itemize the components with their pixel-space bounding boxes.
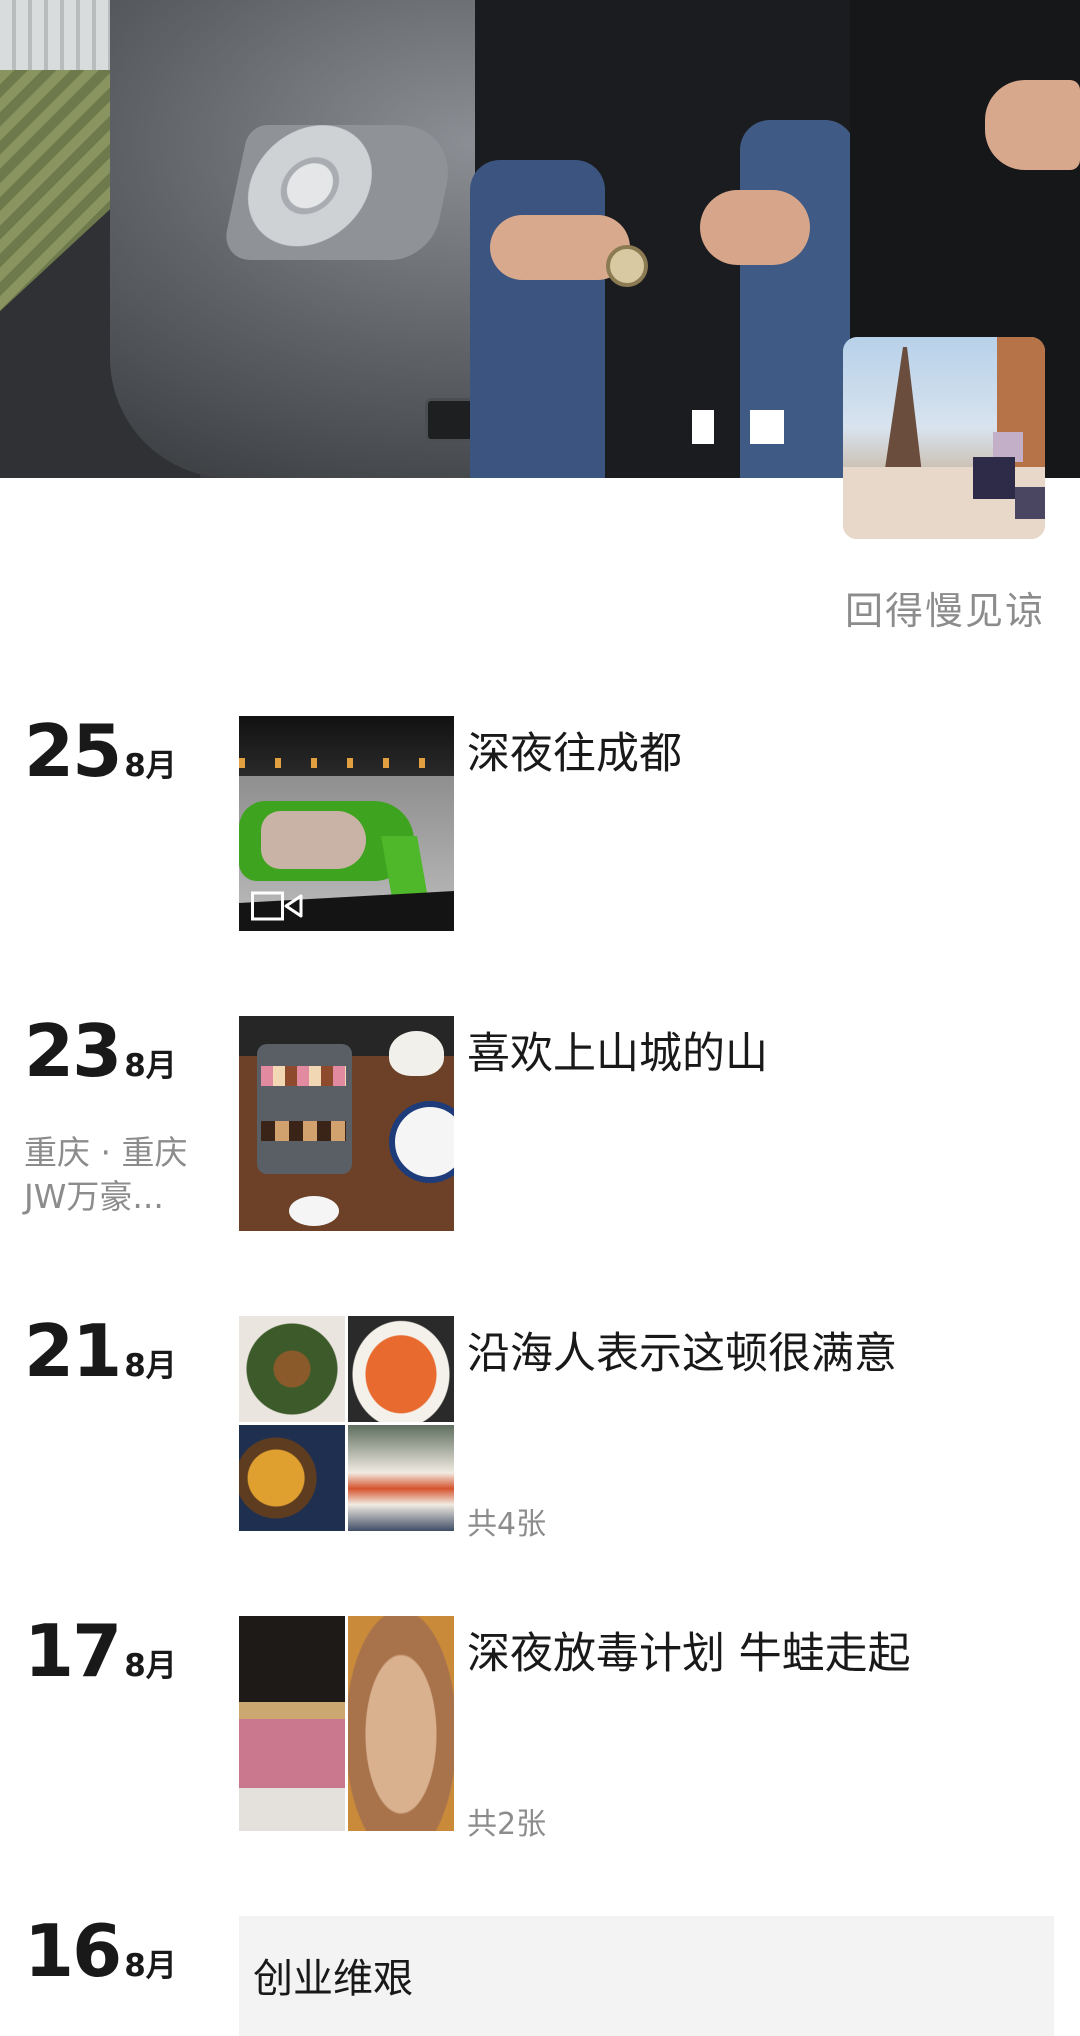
- post-date: 25 8月: [24, 711, 177, 791]
- post-text: 创业维艰: [253, 1956, 413, 2002]
- post-month: 8月: [124, 1348, 177, 1384]
- cover-jeans-left: [470, 160, 605, 478]
- post-image-grid[interactable]: [239, 1316, 454, 1531]
- thumb-cakes: [261, 1066, 346, 1086]
- post-month: 8月: [124, 1048, 177, 1084]
- cover-mosaic: [692, 410, 714, 444]
- post-day: 16: [24, 1909, 122, 1993]
- grid-image[interactable]: [239, 1425, 345, 1531]
- profile-signature: 回得慢见谅: [844, 589, 1045, 633]
- post-location[interactable]: 重庆 · 重庆JW万豪...: [24, 1131, 224, 1219]
- post-day: 21: [24, 1309, 122, 1393]
- text-only-post[interactable]: 创业维艰: [239, 1916, 1054, 2036]
- post-month: 8月: [124, 748, 177, 784]
- post-image[interactable]: [239, 1016, 454, 1231]
- post-video-thumbnail[interactable]: [239, 716, 454, 931]
- thumb-teapot: [389, 1031, 444, 1076]
- post-text: 深夜往成都: [467, 729, 682, 779]
- photo-count: 共4张: [467, 1507, 547, 1542]
- post-date: 17 8月: [24, 1611, 177, 1691]
- thumb-mirror-glass: [261, 811, 366, 869]
- post-day: 25: [24, 709, 122, 793]
- avatar-mosaic: [973, 457, 1015, 499]
- post-text: 深夜放毒计划 牛蛙走起: [467, 1629, 911, 1679]
- post-month: 8月: [124, 1648, 177, 1684]
- grid-image[interactable]: [348, 1425, 454, 1531]
- grid-image[interactable]: [348, 1616, 454, 1831]
- post-month: 8月: [124, 1948, 177, 1984]
- grid-image[interactable]: [239, 1316, 345, 1422]
- video-icon: [251, 891, 303, 921]
- thumb-tea-stand: [257, 1044, 352, 1174]
- avatar-mosaic: [1015, 487, 1045, 519]
- thumb-street-lights: [239, 758, 454, 768]
- avatar[interactable]: [843, 337, 1045, 539]
- cover-hand-second: [985, 80, 1080, 170]
- photo-count: 共2张: [467, 1807, 547, 1842]
- cover-watch: [606, 245, 648, 287]
- grid-image[interactable]: [239, 1616, 345, 1831]
- post-text: 沿海人表示这顿很满意: [467, 1329, 897, 1379]
- post-date: 23 8月: [24, 1011, 177, 1091]
- post-date: 16 8月: [24, 1911, 177, 1991]
- avatar-tower: [883, 347, 923, 482]
- post-day: 23: [24, 1009, 122, 1093]
- grid-image[interactable]: [348, 1316, 454, 1422]
- cover-hand-right: [700, 190, 810, 265]
- post-text: 喜欢上山城的山: [467, 1029, 768, 1079]
- post-image-grid[interactable]: [239, 1616, 454, 1831]
- thumb-cakes: [261, 1121, 346, 1141]
- post-date: 21 8月: [24, 1311, 177, 1391]
- post-day: 17: [24, 1609, 122, 1693]
- cover-mosaic: [750, 410, 784, 444]
- cover-car-headlight: [220, 125, 460, 260]
- thumb-cup: [289, 1196, 339, 1226]
